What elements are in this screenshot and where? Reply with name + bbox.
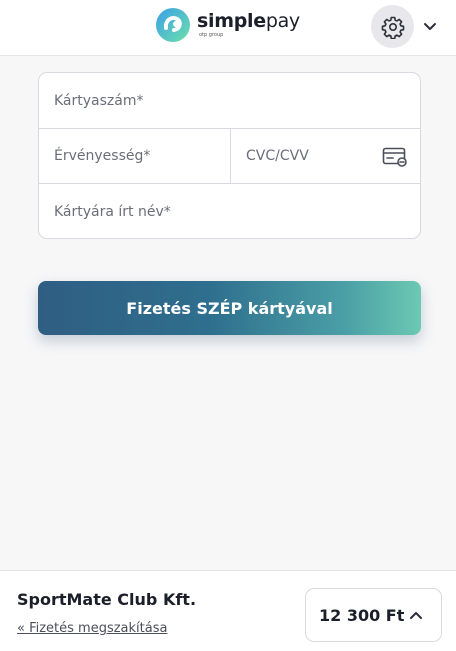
simplepay-logo-icon <box>156 8 190 42</box>
card-number-placeholder: Kártyaszám* <box>54 92 144 109</box>
settings-button[interactable] <box>371 5 414 48</box>
merchant-name: SportMate Club Kft. <box>17 590 197 609</box>
expiry-field[interactable]: Érvényesség* <box>39 129 231 184</box>
expiry-placeholder: Érvényesség* <box>54 148 151 164</box>
cardholder-name-placeholder: Kártyára írt név* <box>54 204 171 220</box>
cardholder-name-field[interactable]: Kártyára írt név* <box>39 184 420 238</box>
pay-button-label: Fizetés SZÉP kártyával <box>126 298 333 318</box>
amount-value: 12 300 Ft <box>319 605 405 625</box>
logo-text: simplepay otp group <box>197 12 300 38</box>
card-form: Kártyaszám* Érvényesség* CVC/CVV Kártyár… <box>38 72 421 239</box>
simplepay-logo: simplepay otp group <box>155 7 300 43</box>
logo-word-bold: simple <box>197 10 266 32</box>
cancel-payment-link[interactable]: « Fizetés megszakítása <box>17 621 167 636</box>
amount-toggle-button[interactable]: 12 300 Ft <box>305 588 442 642</box>
cvc-placeholder: CVC/CVV <box>246 148 309 164</box>
cvc-field[interactable]: CVC/CVV <box>231 129 420 184</box>
chevron-down-icon[interactable] <box>421 17 439 35</box>
card-cvc-icon <box>382 147 407 167</box>
gear-icon <box>381 16 404 39</box>
logo-word-light: pay <box>265 10 300 32</box>
chevron-up-icon <box>410 612 422 619</box>
card-number-field[interactable]: Kártyaszám* <box>39 73 420 129</box>
header-bar: simplepay otp group <box>0 0 456 56</box>
logo-subtitle: otp group <box>199 32 224 38</box>
footer-bar: SportMate Club Kft. « Fizetés megszakítá… <box>0 570 456 651</box>
pay-szep-card-button[interactable]: Fizetés SZÉP kártyával <box>38 281 421 335</box>
